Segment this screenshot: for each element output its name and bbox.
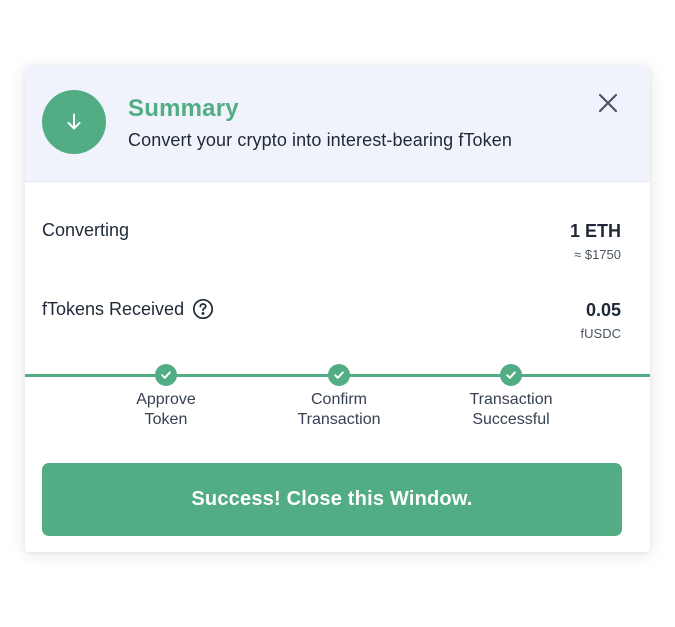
close-icon[interactable] — [597, 92, 619, 114]
close-button[interactable] — [593, 88, 623, 118]
converting-amount: 1 ETH — [569, 221, 621, 241]
close-window-button[interactable]: Success! Close this Window. — [42, 463, 622, 536]
ftokens-token: fUSDC — [580, 326, 621, 341]
converting-label: Converting — [42, 220, 130, 240]
modal-header: Summary Convert your crypto into interes… — [25, 66, 650, 182]
ftokens-received-label: fTokens Received — [42, 298, 214, 320]
step-check-icon — [155, 364, 177, 386]
question-circle-icon[interactable] — [192, 298, 214, 320]
step-approve-token-label: Approve Token — [136, 391, 196, 428]
step-check-icon — [328, 364, 350, 386]
step-transaction-successful-label: Transaction Successful — [469, 391, 553, 428]
converting-usd-value: ≈ $1750 — [574, 247, 621, 262]
ftokens-amount: 0.05 — [585, 300, 621, 320]
summary-modal: Summary Convert your crypto into interes… — [25, 66, 650, 552]
arrow-down-icon — [42, 90, 106, 154]
step-confirm-transaction-label: Confirm Transaction — [297, 391, 381, 428]
page-title: Summary — [128, 95, 239, 122]
step-check-icon — [500, 364, 522, 386]
page-subtitle: Convert your crypto into interest-bearin… — [128, 130, 512, 150]
